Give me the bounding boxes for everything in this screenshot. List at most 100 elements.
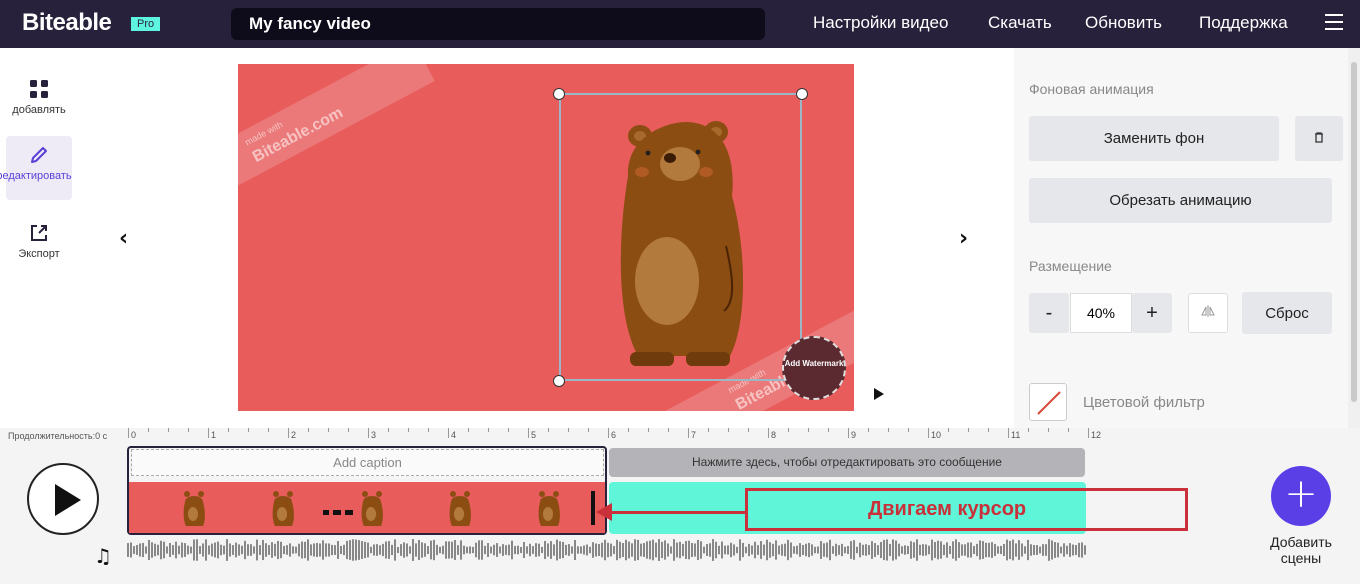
ruler-minor-tick xyxy=(1048,428,1049,432)
ruler-tick-label: 11 xyxy=(1011,430,1021,440)
ruler-minor-tick xyxy=(328,428,329,432)
ruler-minor-tick xyxy=(188,428,189,432)
ruler-minor-tick xyxy=(228,428,229,432)
selection-box[interactable] xyxy=(559,93,802,381)
ruler-minor-tick xyxy=(548,428,549,432)
ruler-tick xyxy=(1008,428,1009,438)
ruler-minor-tick xyxy=(468,428,469,432)
ruler-tick xyxy=(368,428,369,438)
sidebar-item-export[interactable]: Экспорт xyxy=(6,214,72,278)
ruler-tick xyxy=(1088,428,1089,438)
play-preview-icon[interactable] xyxy=(874,388,884,400)
ruler-tick xyxy=(608,428,609,438)
sidebar-item-add[interactable]: добавлять xyxy=(6,70,72,134)
ruler-minor-tick xyxy=(568,428,569,432)
ruler-tick xyxy=(768,428,769,438)
video-title-input[interactable] xyxy=(231,8,765,40)
ruler-tick-label: 3 xyxy=(371,430,377,440)
music-note-icon[interactable]: ♫ xyxy=(94,544,112,568)
add-caption-button[interactable]: Add caption xyxy=(131,449,604,476)
loading-dots xyxy=(323,500,355,515)
ruler-minor-tick xyxy=(248,428,249,432)
add-scene-button[interactable]: + xyxy=(1271,466,1331,526)
nav-download[interactable]: Скачать xyxy=(988,13,1052,33)
ruler-tick-label: 8 xyxy=(771,430,777,440)
ruler-minor-tick xyxy=(308,428,309,432)
ruler-tick-label: 2 xyxy=(291,430,297,440)
ruler-minor-tick xyxy=(508,428,509,432)
ruler-minor-tick xyxy=(348,428,349,432)
scale-plus-button[interactable]: + xyxy=(1132,293,1172,333)
play-button[interactable] xyxy=(27,463,99,535)
no-color-icon xyxy=(1037,391,1061,415)
ruler-minor-tick xyxy=(148,428,149,432)
delete-bg-button[interactable] xyxy=(1295,116,1343,161)
color-filter-swatch[interactable] xyxy=(1029,383,1067,421)
ruler-minor-tick xyxy=(748,428,749,432)
ruler-minor-tick xyxy=(408,428,409,432)
prev-scene-chevron-icon[interactable]: ‹ xyxy=(119,226,128,251)
annotation-label: Двигаем курсор xyxy=(745,488,1188,531)
ruler-tick-label: 6 xyxy=(611,430,617,440)
hamburger-icon[interactable] xyxy=(1325,14,1343,32)
scene-thumbnail xyxy=(361,491,383,526)
sidebar-item-label: Экспорт xyxy=(18,248,60,260)
ruler-tick xyxy=(208,428,209,438)
replace-bg-button[interactable]: Заменить фон xyxy=(1029,116,1279,161)
ruler-tick-label: 9 xyxy=(851,430,857,440)
next-scene-chevron-icon[interactable]: › xyxy=(959,226,968,251)
resize-handle[interactable] xyxy=(553,375,565,387)
add-watermark-button[interactable]: Add Watermark xyxy=(782,336,846,400)
flip-button[interactable] xyxy=(1188,293,1228,333)
nav-upgrade[interactable]: Обновить xyxy=(1085,13,1162,33)
ruler-tick xyxy=(848,428,849,438)
scene-2-caption[interactable]: Нажмите здесь, чтобы отредактировать это… xyxy=(609,448,1085,477)
timeline-ruler[interactable]: 0 1 2 3 4 5 6 7 8 9 10 11 12 xyxy=(128,428,1101,444)
scene-thumbnail xyxy=(272,491,294,526)
ruler-minor-tick xyxy=(428,428,429,432)
scene-thumbnail xyxy=(538,491,560,526)
export-icon xyxy=(31,225,47,241)
color-filter-label: Цветовой фильтр xyxy=(1083,394,1205,411)
flip-icon xyxy=(1201,305,1215,317)
nav-support[interactable]: Поддержка xyxy=(1199,13,1288,33)
ruler-minor-tick xyxy=(968,428,969,432)
sidebar-item-label: редактировать xyxy=(0,170,72,182)
ruler-minor-tick xyxy=(388,428,389,432)
sidebar-item-edit[interactable]: редактировать xyxy=(0,136,72,200)
ruler-tick xyxy=(928,428,929,438)
reset-button[interactable]: Сброс xyxy=(1242,292,1332,334)
ruler-tick-label: 4 xyxy=(451,430,457,440)
panel-scrollbar[interactable] xyxy=(1348,48,1360,428)
scene-1-thumbnails[interactable] xyxy=(129,482,605,533)
ruler-tick-label: 7 xyxy=(691,430,697,440)
scale-minus-button[interactable]: - xyxy=(1029,293,1069,333)
resize-handle[interactable] xyxy=(796,88,808,100)
trim-animation-button[interactable]: Обрезать анимацию xyxy=(1029,178,1332,223)
grid-icon xyxy=(30,80,48,98)
ruler-minor-tick xyxy=(888,428,889,432)
resize-handle[interactable] xyxy=(553,88,565,100)
ruler-minor-tick xyxy=(1028,428,1029,432)
ruler-tick-label: 10 xyxy=(931,430,942,440)
ruler-minor-tick xyxy=(808,428,809,432)
pro-badge: Pro xyxy=(131,17,161,31)
ruler-minor-tick xyxy=(588,428,589,432)
ruler-minor-tick xyxy=(708,428,709,432)
scene-thumbnail xyxy=(183,491,205,526)
placement-label: Размещение xyxy=(1029,258,1112,274)
audio-waveform[interactable] xyxy=(127,538,1087,562)
pencil-icon xyxy=(31,147,47,163)
ruler-tick xyxy=(688,428,689,438)
nav-video-settings[interactable]: Настройки видео xyxy=(813,13,948,33)
scale-input[interactable] xyxy=(1070,293,1132,333)
ruler-minor-tick xyxy=(788,428,789,432)
logo[interactable]: Biteable xyxy=(22,9,112,37)
ruler-minor-tick xyxy=(668,428,669,432)
top-bar: Biteable Pro Настройки видео Скачать Обн… xyxy=(0,0,1360,48)
properties-panel xyxy=(1014,48,1348,428)
ruler-minor-tick xyxy=(268,428,269,432)
annotation-arrow xyxy=(596,503,745,521)
ruler-minor-tick xyxy=(1068,428,1069,432)
playhead-cursor[interactable] xyxy=(591,491,595,525)
